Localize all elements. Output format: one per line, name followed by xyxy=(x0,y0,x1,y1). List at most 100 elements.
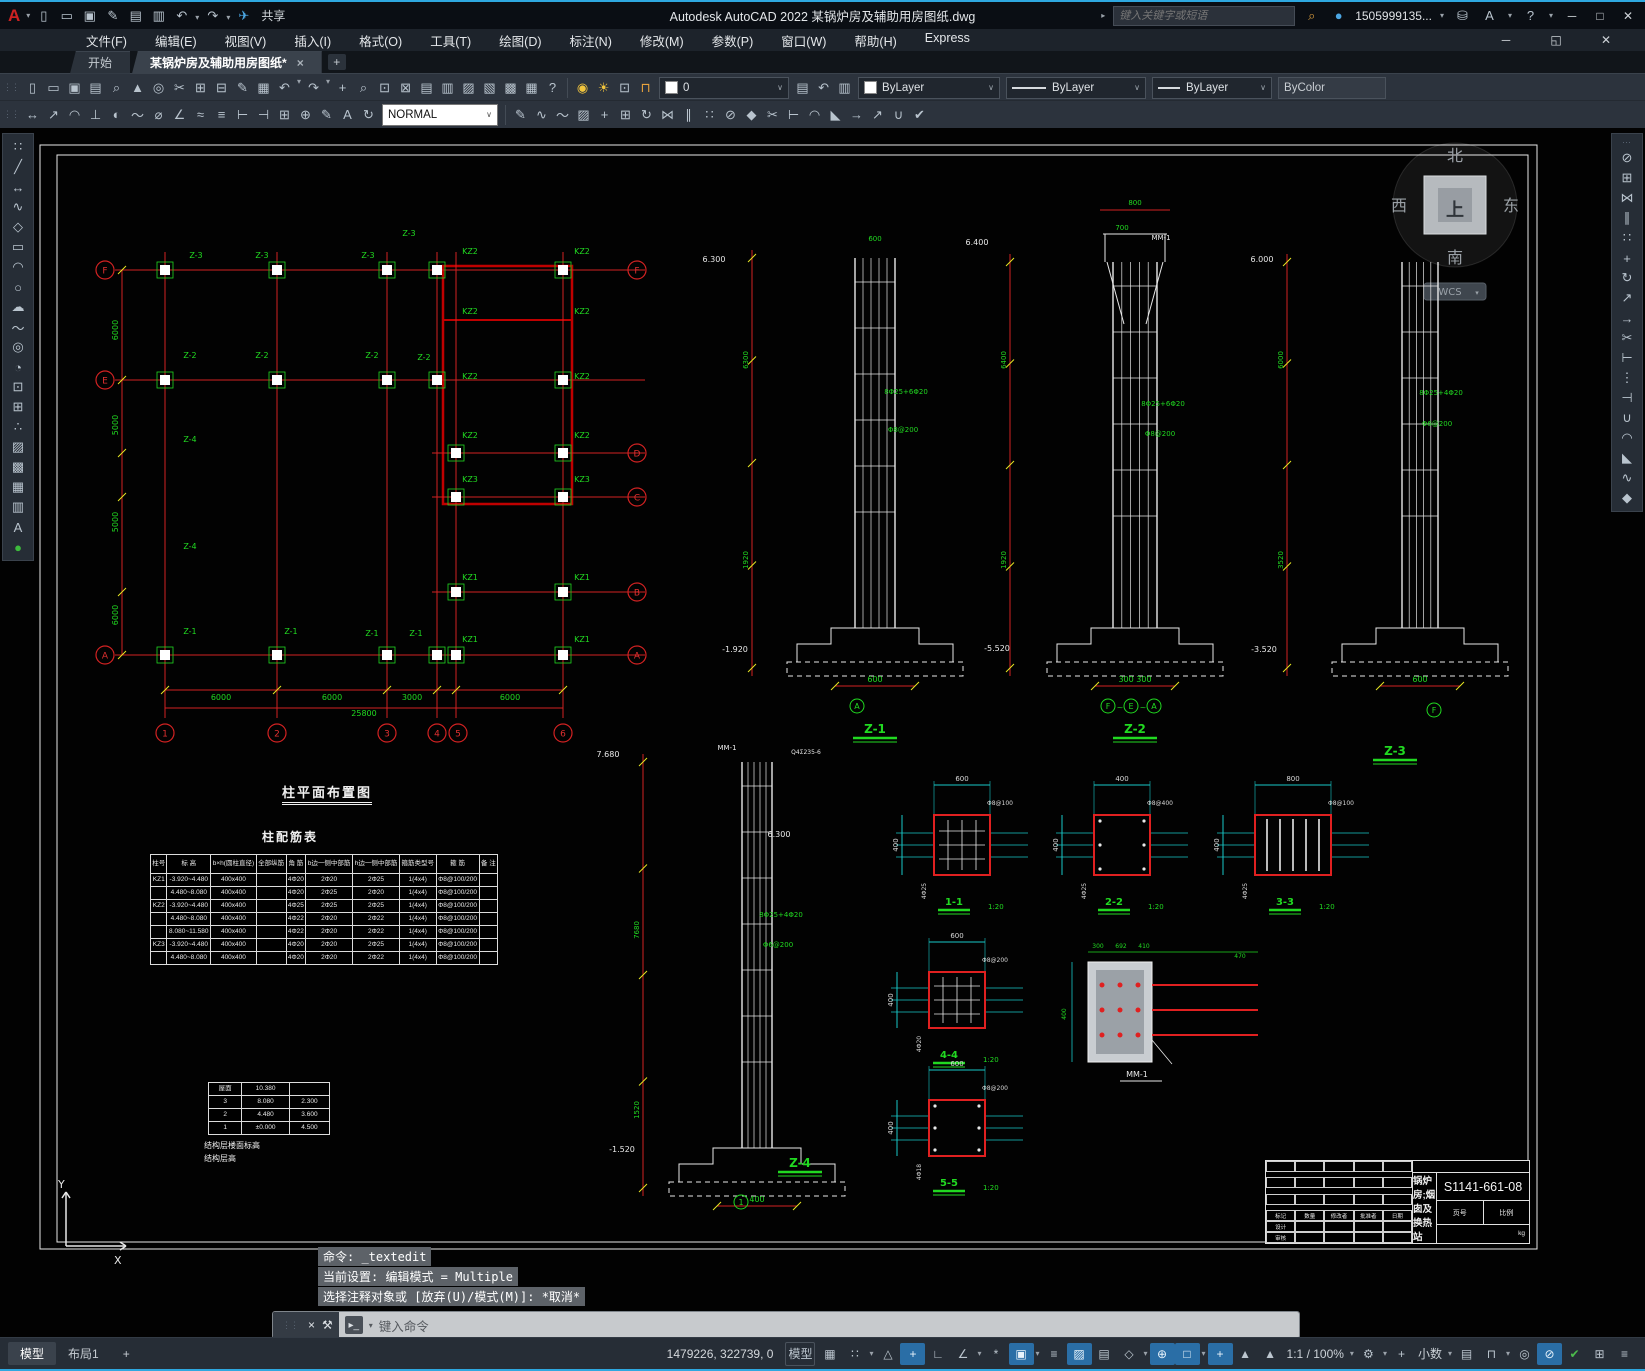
extend-icon[interactable]: ⊢ xyxy=(1616,348,1638,368)
new-file-icon[interactable]: ▯ xyxy=(32,5,55,26)
autocad-logo-icon[interactable]: A xyxy=(8,6,20,26)
copy-clip-icon[interactable]: ⊞ xyxy=(190,77,211,98)
tolerance-icon[interactable]: ⊞ xyxy=(274,104,295,125)
search-expand-icon[interactable]: ▸ xyxy=(1101,11,1105,20)
menu-item[interactable]: 视图(V) xyxy=(211,31,281,50)
lock-ui-icon[interactable]: ⊓ xyxy=(1479,1343,1504,1365)
command-prompt-icon[interactable]: ▸_ xyxy=(344,1316,363,1334)
menu-item[interactable]: 修改(M) xyxy=(626,31,698,50)
polar-tracking-icon[interactable]: ∠ xyxy=(950,1343,975,1365)
dim-ordinate-icon[interactable]: ⊥ xyxy=(85,104,106,125)
zoom-previous-icon[interactable]: ⊠ xyxy=(395,77,416,98)
osnap-tracking-icon[interactable]: * xyxy=(984,1343,1009,1365)
hatch-icon[interactable]: ▨ xyxy=(7,437,29,457)
erase-icon[interactable]: ⊘ xyxy=(1616,148,1638,168)
grid-icon[interactable]: ▦ xyxy=(817,1343,842,1365)
command-close-icon[interactable]: × xyxy=(308,1318,315,1332)
explode-icon[interactable]: ◆ xyxy=(1616,488,1638,508)
menu-item[interactable]: 格式(O) xyxy=(345,31,416,50)
dim-update-icon[interactable]: ↻ xyxy=(358,104,379,125)
tab-close-icon[interactable]: × xyxy=(297,56,304,70)
model-paper-toggle[interactable]: 模型 xyxy=(785,1341,816,1366)
units-caret-icon[interactable]: ▾ xyxy=(1448,1349,1452,1358)
dim-arc-length-icon[interactable]: ◠ xyxy=(64,104,85,125)
menu-item[interactable]: 窗口(W) xyxy=(767,31,840,50)
revision-cloud-icon[interactable]: ☁ xyxy=(7,297,29,317)
search-icon[interactable]: ⌕ xyxy=(1301,5,1322,26)
center-mark-icon[interactable]: ⊕ xyxy=(295,104,316,125)
dimstyle-dropdown[interactable]: NORMAL ∨ xyxy=(382,103,498,126)
array-icon[interactable]: ∷ xyxy=(1616,228,1638,248)
dim-aligned-icon[interactable]: ↗ xyxy=(43,104,64,125)
gradient-icon[interactable]: ▩ xyxy=(7,457,29,477)
break-icon[interactable]: ⊣ xyxy=(1616,388,1638,408)
mirror-icon[interactable]: ⋈ xyxy=(1616,188,1638,208)
lineweight-dropdown[interactable]: ByLayer ∨ xyxy=(1152,76,1273,99)
circle-icon[interactable]: ○ xyxy=(7,277,29,297)
edit-polyline-icon[interactable]: ∿ xyxy=(531,104,552,125)
polyline-icon[interactable]: ∿ xyxy=(7,197,29,217)
snap-icon[interactable]: ∷ xyxy=(842,1343,867,1365)
minimize-button[interactable]: ─ xyxy=(1561,9,1583,23)
share-label[interactable]: 共享 xyxy=(261,7,285,24)
layer-viewport-icon[interactable]: ⊡ xyxy=(614,77,635,98)
region-icon[interactable]: ▦ xyxy=(7,477,29,497)
explode-icon[interactable]: ◆ xyxy=(741,104,762,125)
rotate-icon[interactable]: ↻ xyxy=(1616,268,1638,288)
tab-start[interactable]: 开始 xyxy=(70,50,131,74)
transparency-icon[interactable]: ▨ xyxy=(1066,1342,1092,1365)
edit-hatch-icon[interactable]: ▨ xyxy=(573,104,594,125)
annotation-monitor-icon[interactable]: + xyxy=(1389,1343,1414,1365)
line-icon[interactable]: ╱ xyxy=(7,157,29,177)
fillet-icon[interactable]: ◠ xyxy=(804,104,825,125)
quickcalc-icon[interactable]: ▦ xyxy=(521,77,542,98)
menu-item[interactable]: Express xyxy=(911,31,984,50)
array-icon[interactable]: ∷ xyxy=(699,104,720,125)
plotstyle-box[interactable]: ByColor xyxy=(1278,76,1387,99)
designcenter-icon[interactable]: ▥ xyxy=(437,77,458,98)
move-icon[interactable]: + xyxy=(1616,248,1638,268)
linetype-dropdown[interactable]: ByLayer ∨ xyxy=(1006,76,1147,99)
mirror-icon[interactable]: ⋈ xyxy=(657,104,678,125)
3d-osnap-caret-icon[interactable]: ▾ xyxy=(1144,1349,1148,1358)
dim-jogged-icon[interactable]: 〜 xyxy=(127,104,148,125)
menu-item[interactable]: 绘图(D) xyxy=(485,31,555,50)
qnew-icon[interactable]: ▯ xyxy=(22,77,43,98)
markup-icon[interactable]: ▩ xyxy=(500,77,521,98)
erase-icon[interactable]: ⊘ xyxy=(720,104,741,125)
zoom-realtime-icon[interactable]: ⌕ xyxy=(353,77,374,98)
annotation-autoscale-icon[interactable]: ▲ xyxy=(1258,1343,1283,1365)
arc-icon[interactable]: ◠ xyxy=(7,257,29,277)
scale-icon[interactable]: ↗ xyxy=(1616,288,1638,308)
open-file-icon[interactable]: ▭ xyxy=(55,5,78,26)
plot-preview-icon[interactable]: ⌕ xyxy=(106,77,127,98)
help-caret-icon[interactable]: ▾ xyxy=(1549,11,1553,20)
quick-dim-icon[interactable]: ≈ xyxy=(190,104,211,125)
etransmit-icon[interactable]: ◎ xyxy=(148,77,169,98)
layer-states-icon[interactable]: ▥ xyxy=(834,77,855,98)
autodesk-caret-icon[interactable]: ▾ xyxy=(1508,11,1512,20)
selection-filter-icon[interactable]: □ xyxy=(1174,1342,1200,1365)
dim-style-icon[interactable]: ✎ xyxy=(510,104,531,125)
share-icon[interactable]: ✈ xyxy=(232,5,255,26)
tool-palettes-icon[interactable]: ▨ xyxy=(458,77,479,98)
add-layout-button[interactable]: + xyxy=(111,1344,142,1364)
color-dropdown[interactable]: ByLayer ∨ xyxy=(858,76,1001,99)
rectangle-icon[interactable]: ▭ xyxy=(7,237,29,257)
menu-item[interactable]: 插入(I) xyxy=(280,31,345,50)
customize-icon[interactable]: ≡ xyxy=(1612,1343,1637,1365)
layer-lock-icon[interactable]: ⊓ xyxy=(635,77,656,98)
layer-sun-icon[interactable]: ☀ xyxy=(593,77,614,98)
annotation-visibility-icon[interactable]: ▲ xyxy=(1233,1343,1258,1365)
osnap-icon[interactable]: ▣ xyxy=(1008,1342,1034,1365)
layer-previous-icon[interactable]: ↶ xyxy=(813,77,834,98)
stretch-icon[interactable]: → xyxy=(1616,308,1638,328)
construction-line-icon[interactable]: ↔ xyxy=(7,177,29,197)
command-grip-icon[interactable]: ⋮⋮ xyxy=(282,1320,299,1331)
ortho-icon[interactable]: ∟ xyxy=(925,1343,950,1365)
selection-filter-caret-icon[interactable]: ▾ xyxy=(1202,1349,1206,1358)
app-store-cart-icon[interactable]: ⛁ xyxy=(1452,5,1473,26)
clean-screen-icon[interactable]: ⊘ xyxy=(1537,1342,1562,1365)
dim-linear-icon[interactable]: ↔ xyxy=(22,104,43,125)
zoom-window-icon[interactable]: ⊡ xyxy=(374,77,395,98)
